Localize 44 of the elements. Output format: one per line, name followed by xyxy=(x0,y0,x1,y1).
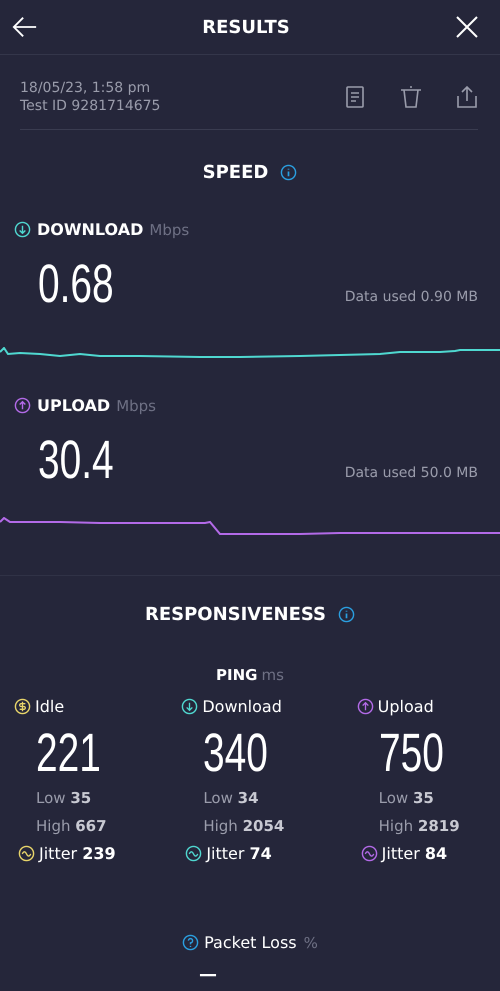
unit-label: ms xyxy=(262,666,284,684)
high-value: High 667 xyxy=(36,816,108,837)
jitter-value: Jitter 239 xyxy=(39,844,116,863)
jitter-value: Jitter 74 xyxy=(206,844,272,863)
packet-loss-label: Packet Loss xyxy=(204,933,297,952)
low-value: Low 35 xyxy=(36,788,92,809)
ping-phase-label: Idle xyxy=(35,696,64,716)
speed-value: 30.4 xyxy=(38,433,114,487)
info-icon[interactable] xyxy=(280,164,298,180)
unit-label: Mbps xyxy=(149,220,190,238)
document-icon[interactable] xyxy=(344,85,366,109)
data-used-text: Data used 50.0 MB xyxy=(344,465,478,483)
screen-title: RESULTS xyxy=(202,16,290,38)
section-title: RESPONSIVENESS xyxy=(144,604,326,624)
jitter-icon xyxy=(18,845,35,862)
ping-phase-label: Upload xyxy=(378,696,434,716)
jitter-value: Jitter 84 xyxy=(382,844,448,863)
packet-loss-value: — xyxy=(199,964,217,985)
help-icon[interactable] xyxy=(182,934,200,951)
test-date: 18/05/23, 1:58 pm xyxy=(20,79,152,97)
ping-value: 750 xyxy=(378,726,445,780)
high-value: High 2054 xyxy=(203,816,286,837)
low-value: Low 35 xyxy=(378,788,435,809)
unit-label: Mbps xyxy=(116,396,156,414)
speed-value: 0.68 xyxy=(38,257,114,311)
data-used-text: Data used 0.90 MB xyxy=(344,289,478,307)
jitter-icon xyxy=(360,845,378,862)
high-value: High 2819 xyxy=(378,816,461,837)
ping-phase-label: Download xyxy=(202,696,282,716)
info-icon[interactable] xyxy=(338,606,356,622)
unit-label: % xyxy=(304,934,318,952)
jitter-icon xyxy=(185,845,202,862)
low-value: Low 34 xyxy=(203,788,260,809)
close-icon[interactable] xyxy=(454,15,480,39)
trash-icon[interactable] xyxy=(400,85,422,109)
test-id: Test ID 9281714675 xyxy=(20,97,160,115)
share-icon[interactable] xyxy=(456,85,478,109)
ping-value: 221 xyxy=(36,726,102,780)
section-title: SPEED xyxy=(202,162,268,182)
speed-label: DOWNLOAD xyxy=(37,220,144,239)
speed-label: UPLOAD xyxy=(37,396,110,415)
back-icon[interactable] xyxy=(12,15,38,39)
ping-label: PING xyxy=(216,666,258,684)
ping-value: 340 xyxy=(203,726,270,780)
